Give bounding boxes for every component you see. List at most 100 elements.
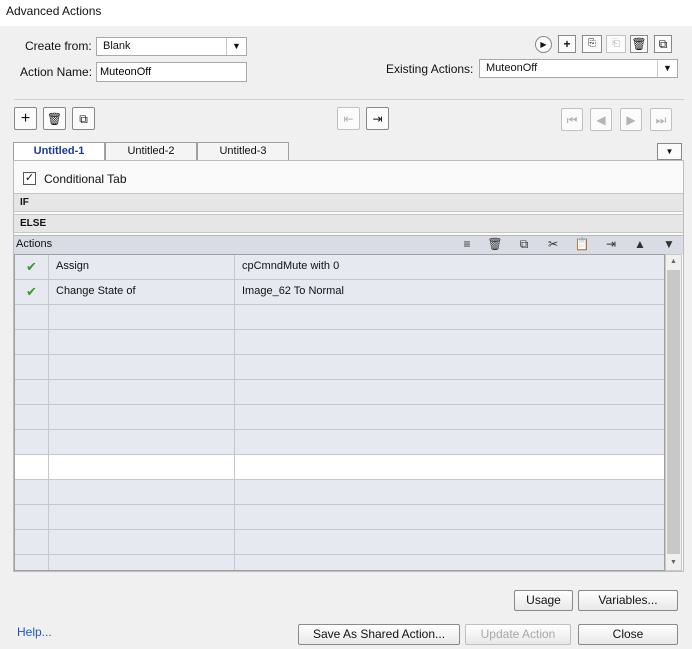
conditional-checkbox[interactable]: ✓ <box>23 172 36 185</box>
table-cell[interactable] <box>49 355 235 380</box>
scroll-down-icon[interactable]: ▼ <box>666 556 681 570</box>
action-cell: Change State of <box>49 280 235 305</box>
table-cell[interactable] <box>49 480 235 505</box>
action-name-input[interactable] <box>96 62 247 82</box>
tab-menu-chevron-icon[interactable]: ▼ <box>657 143 682 160</box>
previous-icon[interactable]: ◀ <box>590 108 612 131</box>
table-cell[interactable] <box>15 355 49 380</box>
tab-untitled-1[interactable]: Untitled-1 <box>13 142 105 161</box>
else-bar[interactable]: ELSE <box>14 214 683 233</box>
table-cell[interactable] <box>235 305 664 330</box>
table-cell[interactable] <box>15 455 49 480</box>
table-cell[interactable] <box>49 430 235 455</box>
add-decision-icon[interactable]: + <box>14 107 37 130</box>
duplicate-decision-icon[interactable]: ⧉ <box>72 107 95 130</box>
copy-icon[interactable]: ⧉ <box>516 236 532 252</box>
table-cell[interactable] <box>15 480 49 505</box>
chevron-down-icon: ▼ <box>226 38 246 55</box>
table-cell[interactable] <box>49 405 235 430</box>
table-cell[interactable] <box>235 405 664 430</box>
check-icon[interactable]: ✔ <box>15 280 49 305</box>
scrollbar-thumb[interactable] <box>667 270 680 554</box>
update-action-button[interactable]: Update Action <box>465 624 571 645</box>
next-icon[interactable]: ▶ <box>620 108 642 131</box>
table-cell[interactable] <box>235 355 664 380</box>
variables-button[interactable]: Variables... <box>578 590 678 611</box>
create-from-dropdown[interactable]: Blank ▼ <box>96 37 247 56</box>
paste-icon[interactable]: 📋 <box>574 236 590 252</box>
table-cell[interactable] <box>15 380 49 405</box>
table-cell[interactable] <box>235 330 664 355</box>
insert-row-icon[interactable]: ≡ <box>459 236 475 252</box>
table-cell[interactable] <box>235 380 664 405</box>
table-cell[interactable] <box>235 530 664 555</box>
table-cell[interactable] <box>235 430 664 455</box>
help-link[interactable]: Help... <box>17 625 52 639</box>
create-from-label: Create from: <box>25 39 92 53</box>
table-cell[interactable] <box>15 330 49 355</box>
table-row[interactable] <box>15 455 664 480</box>
chevron-down-icon: ▼ <box>657 60 677 77</box>
save-as-shared-action-button[interactable]: Save As Shared Action... <box>298 624 460 645</box>
table-row[interactable] <box>15 305 664 330</box>
add-action-icon[interactable]: + <box>558 35 576 53</box>
delete-action-icon[interactable]: 🗑 <box>630 35 648 53</box>
import-action-icon[interactable]: ⎘ <box>582 35 602 53</box>
close-button[interactable]: Close <box>578 624 678 645</box>
window-title: Advanced Actions <box>0 0 692 26</box>
table-row[interactable] <box>15 330 664 355</box>
usage-button[interactable]: Usage <box>514 590 573 611</box>
existing-actions-label: Existing Actions: <box>386 62 474 76</box>
existing-actions-dropdown[interactable]: MuteonOff ▼ <box>479 59 678 78</box>
table-cell[interactable] <box>15 555 49 570</box>
conditional-label: Conditional Tab <box>44 172 127 186</box>
table-cell[interactable] <box>15 530 49 555</box>
cut-icon[interactable]: ✂ <box>545 236 561 252</box>
tab-untitled-3[interactable]: Untitled-3 <box>197 142 289 161</box>
table-row[interactable] <box>15 355 664 380</box>
table-cell[interactable] <box>49 305 235 330</box>
table-cell[interactable] <box>15 405 49 430</box>
actions-header-label: Actions <box>16 238 53 250</box>
table-cell[interactable] <box>49 380 235 405</box>
table-row[interactable] <box>15 405 664 430</box>
if-bar[interactable]: IF <box>14 193 683 212</box>
preview-icon[interactable]: ▶ <box>535 36 552 53</box>
move-up-icon[interactable]: ▲ <box>632 236 648 252</box>
delete-decision-icon[interactable]: 🗑 <box>43 107 66 130</box>
duplicate-action-icon[interactable]: ⧉ <box>654 35 672 53</box>
table-cell[interactable] <box>15 430 49 455</box>
actions-grid: ✔ Assign cpCmndMute with 0 ✔ Change Stat… <box>14 254 665 571</box>
table-row[interactable] <box>15 430 664 455</box>
table-cell[interactable] <box>15 505 49 530</box>
table-row[interactable] <box>15 505 664 530</box>
move-down-icon[interactable]: ▼ <box>661 236 677 252</box>
last-icon[interactable]: ⏭ <box>650 108 672 131</box>
table-cell[interactable] <box>49 330 235 355</box>
table-row[interactable]: ✔ Assign cpCmndMute with 0 <box>15 255 664 280</box>
table-cell[interactable] <box>235 555 664 570</box>
table-cell[interactable] <box>49 455 235 480</box>
table-cell[interactable] <box>15 305 49 330</box>
check-icon[interactable]: ✔ <box>15 255 49 280</box>
scroll-up-icon[interactable]: ▲ <box>666 255 681 269</box>
table-row[interactable] <box>15 555 664 570</box>
table-row[interactable]: ✔ Change State of Image_62 To Normal <box>15 280 664 305</box>
table-row[interactable] <box>15 480 664 505</box>
table-cell[interactable] <box>235 505 664 530</box>
table-cell[interactable] <box>49 530 235 555</box>
move-right-icon[interactable]: ⇥ <box>366 107 389 130</box>
table-cell[interactable] <box>49 505 235 530</box>
move-left-icon[interactable]: ⇤ <box>337 107 360 130</box>
first-icon[interactable]: ⏮ <box>561 108 583 131</box>
insert-below-icon[interactable]: ⇥ <box>603 236 619 252</box>
table-row[interactable] <box>15 380 664 405</box>
tab-untitled-2[interactable]: Untitled-2 <box>105 142 197 161</box>
table-row[interactable] <box>15 530 664 555</box>
table-cell[interactable] <box>235 480 664 505</box>
table-cell[interactable] <box>235 455 664 480</box>
scrollbar[interactable]: ▲ ▼ <box>665 254 682 571</box>
trash-icon[interactable]: 🗑 <box>487 236 503 252</box>
table-cell[interactable] <box>49 555 235 570</box>
export-action-icon[interactable]: ⎗ <box>606 35 626 53</box>
